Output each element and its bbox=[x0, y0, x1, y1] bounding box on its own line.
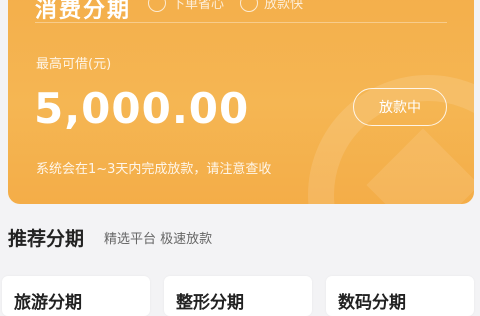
feature-label: 放款快 bbox=[264, 0, 304, 12]
loan-status-button[interactable]: 放款中 bbox=[353, 88, 447, 126]
check-circle-icon bbox=[240, 0, 258, 12]
section-subtitle: 精选平台 极速放款 bbox=[104, 232, 213, 247]
tile-label: 旅游分期 bbox=[14, 293, 82, 313]
feature-item-1: 下单省心 bbox=[148, 0, 224, 12]
feature-label: 下单省心 bbox=[172, 0, 225, 12]
divider bbox=[35, 22, 447, 23]
loan-card: 消费分期 下单省心 放款快 最高可借(元) 5,000.00 放款中 系统会在1… bbox=[8, 0, 474, 204]
check-circle-icon bbox=[148, 0, 166, 12]
card-title: 消费分期 bbox=[35, 0, 132, 23]
tile-label: 整形分期 bbox=[176, 293, 244, 313]
installment-list: 旅游分期 整形分期 数码分期 bbox=[0, 276, 480, 316]
installment-tile-digital[interactable]: 数码分期 bbox=[326, 276, 474, 316]
limit-label: 最高可借(元) bbox=[36, 57, 112, 72]
section-title: 推荐分期 bbox=[8, 228, 85, 250]
feature-item-2: 放款快 bbox=[240, 0, 303, 12]
tile-label: 数码分期 bbox=[338, 293, 406, 313]
loan-amount: 5,000.00 bbox=[34, 84, 250, 133]
installment-tile-cosmetic[interactable]: 整形分期 bbox=[164, 276, 312, 316]
disbursement-notice: 系统会在1~3天内完成放款，请注意查收 bbox=[36, 162, 272, 177]
installment-tile-travel[interactable]: 旅游分期 bbox=[2, 276, 150, 316]
